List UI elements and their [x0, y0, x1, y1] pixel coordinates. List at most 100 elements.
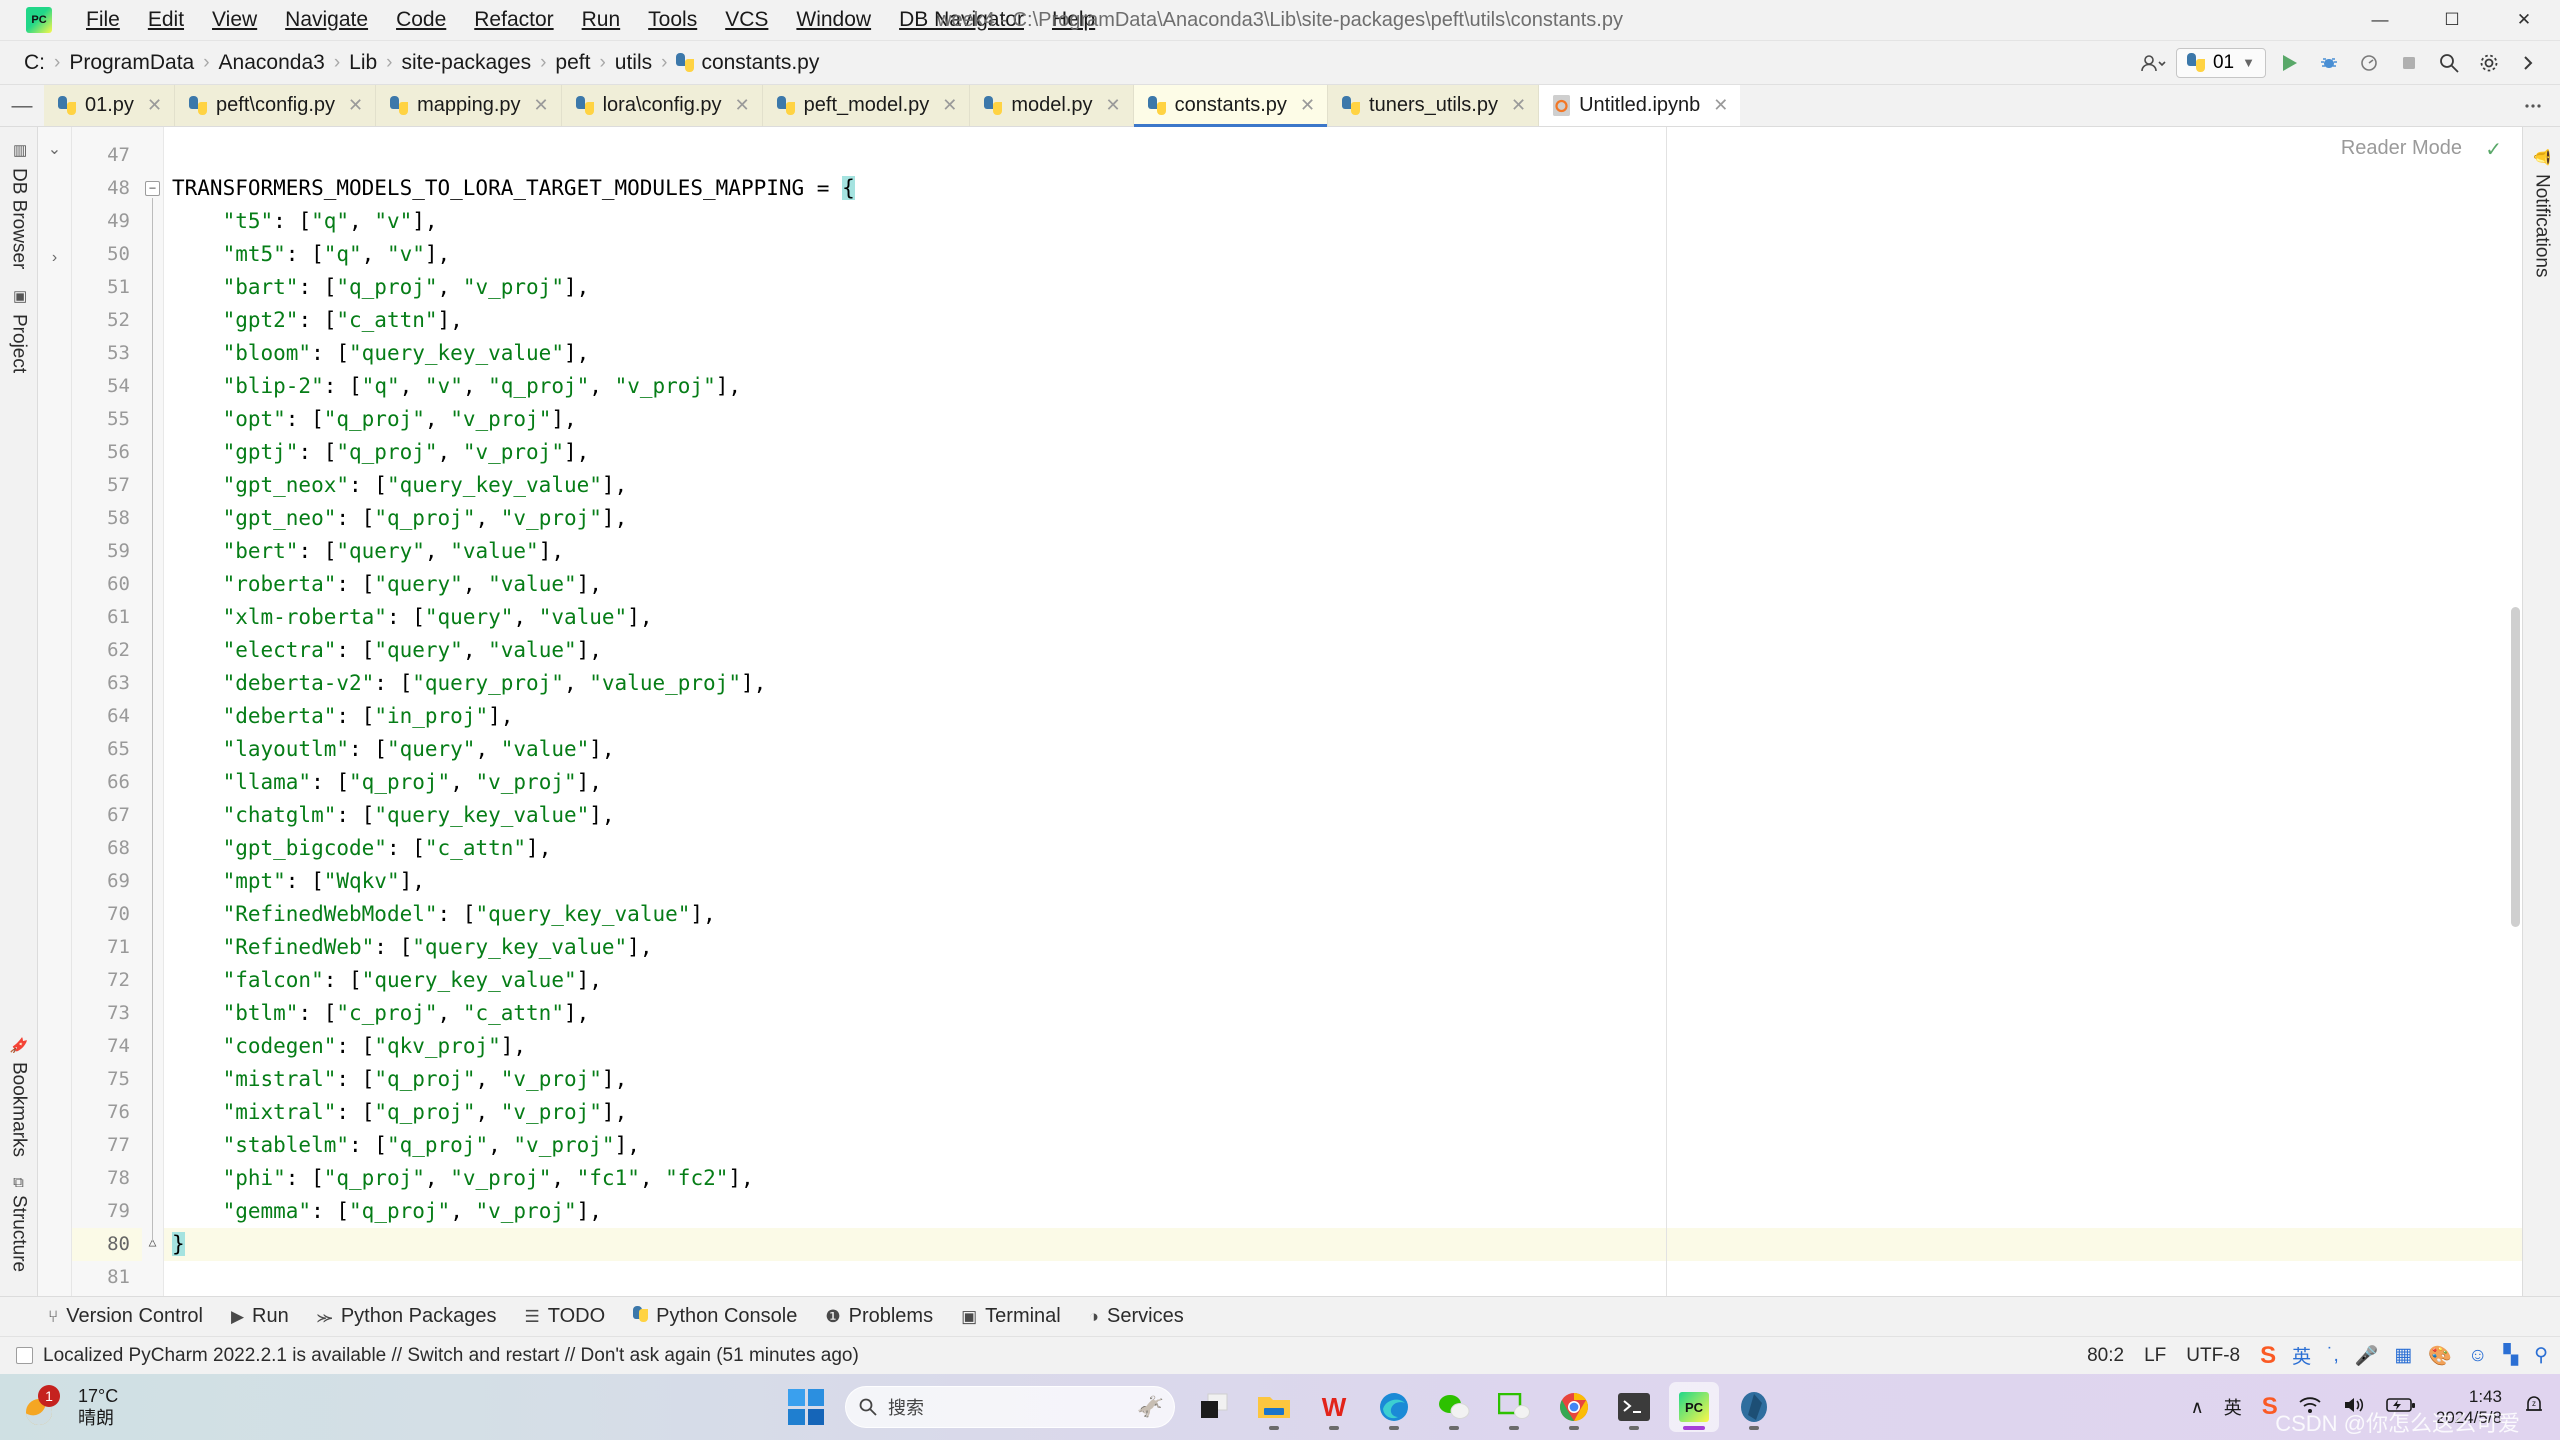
- code-line[interactable]: "llama": ["q_proj", "v_proj"],: [164, 766, 2522, 799]
- editor-scrollbar-thumb[interactable]: [2511, 607, 2520, 927]
- wifi-icon[interactable]: [2298, 1395, 2322, 1420]
- code-line[interactable]: "t5": ["q", "v"],: [164, 205, 2522, 238]
- code-line[interactable]: "roberta": ["query", "value"],: [164, 568, 2522, 601]
- editor-tab-model[interactable]: model.py ✕: [970, 85, 1134, 126]
- menu-navigate[interactable]: Navigate: [271, 4, 382, 36]
- code-line[interactable]: "gpt_neox": ["query_key_value"],: [164, 469, 2522, 502]
- code-line[interactable]: "electra": ["query", "value"],: [164, 634, 2522, 667]
- code-line[interactable]: "mpt": ["Wqkv"],: [164, 865, 2522, 898]
- menu-refactor[interactable]: Refactor: [460, 4, 567, 36]
- stop-button[interactable]: [2392, 47, 2426, 79]
- code-line[interactable]: TRANSFORMERS_MODELS_TO_LORA_TARGET_MODUL…: [164, 172, 2522, 205]
- code-line[interactable]: "xlm-roberta": ["query", "value"],: [164, 601, 2522, 634]
- menu-vcs[interactable]: VCS: [711, 4, 782, 36]
- sidebar-item-notifications[interactable]: 🔔 Notifications: [2529, 139, 2555, 288]
- close-icon[interactable]: ✕: [534, 95, 549, 116]
- tool-python-console[interactable]: Python Console: [621, 1302, 809, 1331]
- code-line[interactable]: "layoutlm": ["query", "value"],: [164, 733, 2522, 766]
- sogou-tray-icon[interactable]: S: [2262, 1393, 2278, 1421]
- taskbar-clock[interactable]: 1:43 2024/5/8: [2436, 1386, 2502, 1429]
- sidebar-item-db-browser[interactable]: ▤ DB Browser: [6, 133, 32, 279]
- code-line[interactable]: "blip-2": ["q", "v", "q_proj", "v_proj"]…: [164, 370, 2522, 403]
- code-line[interactable]: "deberta-v2": ["query_proj", "value_proj…: [164, 667, 2522, 700]
- code-line[interactable]: "mixtral": ["q_proj", "v_proj"],: [164, 1096, 2522, 1129]
- chevron-right-icon[interactable]: ›: [52, 249, 57, 267]
- tool-python-packages[interactable]: ⪼ Python Packages: [305, 1302, 509, 1331]
- code-line[interactable]: }: [164, 1228, 2522, 1261]
- editor-tab-mapping[interactable]: mapping.py ✕: [376, 85, 562, 126]
- chevron-down-icon[interactable]: ⌄: [48, 139, 61, 159]
- line-separator[interactable]: LF: [2144, 1345, 2166, 1367]
- code-line[interactable]: "gpt_bigcode": ["c_attn"],: [164, 832, 2522, 865]
- menu-run[interactable]: Run: [568, 4, 635, 36]
- menu-view[interactable]: View: [198, 4, 271, 36]
- code-line[interactable]: "falcon": ["query_key_value"],: [164, 964, 2522, 997]
- menu-code[interactable]: Code: [382, 4, 460, 36]
- collapse-tabs-icon[interactable]: —: [0, 85, 44, 126]
- sidebar-item-project[interactable]: ▣ Project: [6, 279, 32, 383]
- notification-bell-icon[interactable]: z: [2522, 1394, 2546, 1421]
- emoji-icon[interactable]: ☺: [2468, 1345, 2487, 1367]
- tool-version-control[interactable]: ⑂ Version Control: [36, 1302, 215, 1331]
- close-icon[interactable]: ✕: [348, 95, 363, 116]
- breadcrumb-item-site-packages[interactable]: site-packages: [396, 49, 538, 77]
- maximize-button[interactable]: ☐: [2416, 0, 2488, 40]
- file-explorer-icon[interactable]: [1249, 1382, 1299, 1432]
- pycharm-taskbar-icon[interactable]: PC: [1669, 1382, 1719, 1432]
- run-button[interactable]: [2272, 47, 2306, 79]
- taskbar-search-box[interactable]: 搜索 🫏: [845, 1386, 1175, 1428]
- reader-mode-label[interactable]: Reader Mode: [2341, 137, 2462, 160]
- breadcrumb-item-lib[interactable]: Lib: [343, 49, 383, 77]
- close-icon[interactable]: ✕: [942, 95, 957, 116]
- run-configuration-selector[interactable]: 01 ▼: [2175, 47, 2266, 78]
- debug-button[interactable]: [2312, 47, 2346, 79]
- tray-expand-icon[interactable]: ∧: [2191, 1397, 2204, 1418]
- code-line[interactable]: "gptj": ["q_proj", "v_proj"],: [164, 436, 2522, 469]
- menu-db-navigator[interactable]: DB Navigator: [885, 4, 1038, 36]
- gear-icon[interactable]: [2472, 47, 2506, 79]
- tool-services[interactable]: ◑ Services: [1077, 1302, 1196, 1331]
- close-icon[interactable]: ✕: [1511, 95, 1526, 116]
- editor-tab-tuners-utils[interactable]: tuners_utils.py ✕: [1328, 85, 1540, 126]
- editor-tab-constants[interactable]: constants.py ✕: [1133, 85, 1329, 127]
- code-line[interactable]: "bloom": ["query_key_value"],: [164, 337, 2522, 370]
- wechat-devtools-icon[interactable]: [1489, 1382, 1539, 1432]
- status-message-container[interactable]: Localized PyCharm 2022.2.1 is available …: [16, 1345, 859, 1367]
- code-line[interactable]: "mt5": ["q", "v"],: [164, 238, 2522, 271]
- code-line[interactable]: [164, 139, 2522, 172]
- code-line[interactable]: "phi": ["q_proj", "v_proj", "fc1", "fc2"…: [164, 1162, 2522, 1195]
- apps-icon[interactable]: ▚: [2503, 1344, 2518, 1367]
- code-line[interactable]: [164, 1261, 2522, 1294]
- wps-icon[interactable]: W: [1309, 1382, 1359, 1432]
- tool-run[interactable]: ▶ Run: [219, 1302, 301, 1331]
- code-line[interactable]: "RefinedWebModel": ["query_key_value"],: [164, 898, 2522, 931]
- tool-problems[interactable]: ❶ Problems: [813, 1302, 945, 1331]
- profile-button[interactable]: [2352, 47, 2386, 79]
- task-view-icon[interactable]: [1189, 1382, 1239, 1432]
- code-line[interactable]: "bart": ["q_proj", "v_proj"],: [164, 271, 2522, 304]
- tool-todo[interactable]: ☰ TODO: [512, 1302, 617, 1331]
- inspection-ok-icon[interactable]: ✓: [2485, 137, 2502, 162]
- code-line[interactable]: "RefinedWeb": ["query_key_value"],: [164, 931, 2522, 964]
- more-actions-icon[interactable]: [2512, 47, 2546, 79]
- skin-icon[interactable]: 🎨: [2428, 1344, 2452, 1368]
- code-line[interactable]: "bert": ["query", "value"],: [164, 535, 2522, 568]
- editor-tab-untitled-ipynb[interactable]: Untitled.ipynb ✕: [1539, 85, 1741, 126]
- pin-icon[interactable]: ⚲: [2534, 1344, 2548, 1367]
- file-encoding[interactable]: UTF-8: [2186, 1345, 2240, 1367]
- close-icon[interactable]: ✕: [735, 95, 750, 116]
- code-line[interactable]: "mistral": ["q_proj", "v_proj"],: [164, 1063, 2522, 1096]
- editor-tab-01py[interactable]: 01.py ✕: [44, 85, 176, 126]
- menu-edit[interactable]: Edit: [134, 4, 198, 36]
- close-button[interactable]: ✕: [2488, 0, 2560, 40]
- wechat-icon[interactable]: [1429, 1382, 1479, 1432]
- code-line[interactable]: "gemma": ["q_proj", "v_proj"],: [164, 1195, 2522, 1228]
- menu-window[interactable]: Window: [782, 4, 885, 36]
- close-icon[interactable]: ✕: [1106, 95, 1121, 116]
- close-icon[interactable]: ✕: [1300, 95, 1315, 116]
- menu-help[interactable]: Help: [1038, 4, 1109, 36]
- start-button[interactable]: [781, 1382, 831, 1432]
- code-line[interactable]: "gpt_neo": ["q_proj", "v_proj"],: [164, 502, 2522, 535]
- editor-tab-lora-config[interactable]: lora\config.py ✕: [561, 85, 763, 126]
- close-icon[interactable]: ✕: [1713, 95, 1728, 116]
